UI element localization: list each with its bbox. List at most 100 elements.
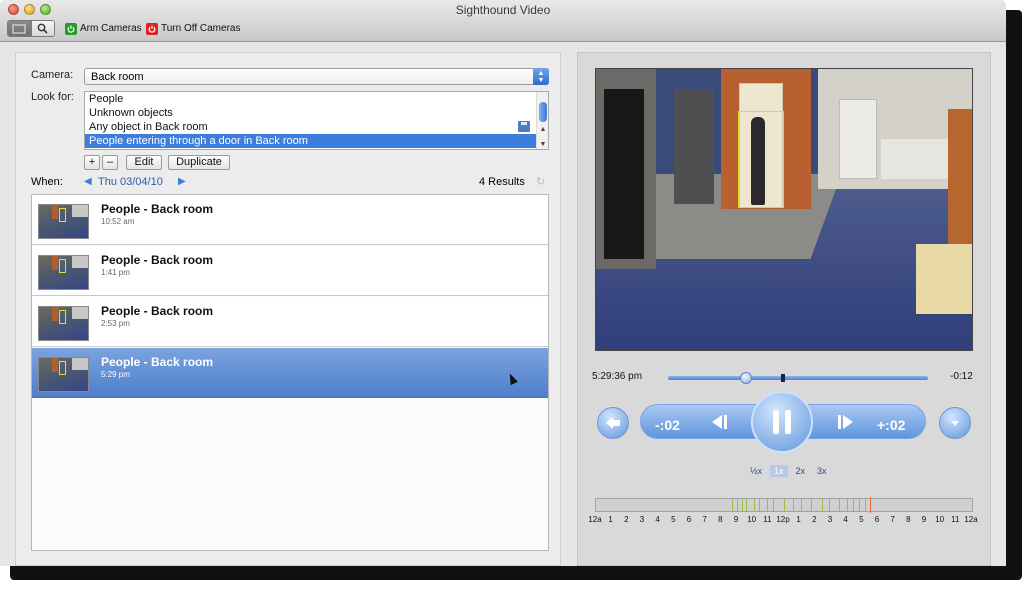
timeline-event-mark[interactable] <box>784 499 785 511</box>
look-for-item[interactable]: Unknown objects <box>85 106 548 120</box>
save-disk-icon[interactable] <box>518 121 530 132</box>
live-view-button[interactable] <box>939 407 971 439</box>
view-segmented-control <box>7 20 55 37</box>
result-time: 10:52 am <box>101 217 135 226</box>
speed-1x-selected[interactable]: 1x <box>770 465 788 477</box>
search-view-button[interactable] <box>30 21 54 36</box>
timeline-event-mark[interactable] <box>801 499 803 511</box>
turn-off-cameras-button[interactable]: Turn Off Cameras <box>146 21 240 36</box>
scroll-down-arrow-icon[interactable]: ▼ <box>537 141 549 148</box>
remove-rule-button[interactable]: – <box>102 155 118 170</box>
skip-back-button[interactable]: -:02 <box>655 417 680 433</box>
timeline-event-mark[interactable] <box>859 499 861 511</box>
timeline-hour-label: 11 <box>763 515 772 524</box>
step-back-icon[interactable] <box>709 414 729 435</box>
result-row[interactable]: People - Back room 10:52 am <box>32 195 548 245</box>
search-icon <box>37 23 48 34</box>
timeline-event-mark[interactable] <box>766 499 768 511</box>
result-thumbnail <box>38 204 89 239</box>
step-forward-icon[interactable] <box>836 414 856 435</box>
day-timeline[interactable] <box>595 497 973 513</box>
result-row-selected[interactable]: People - Back room 5:29 pm <box>32 348 548 398</box>
add-rule-button[interactable]: + <box>84 155 100 170</box>
refresh-icon[interactable]: ↻ <box>536 175 545 188</box>
result-time: 1:41 pm <box>101 268 130 277</box>
timeline-hour-label: 12p <box>776 515 790 524</box>
result-title: People - Back room <box>101 355 214 369</box>
next-day-arrow-icon[interactable]: ▶ <box>178 176 186 187</box>
edit-button[interactable]: Edit <box>126 155 162 170</box>
timeline-hour-label: 12a <box>588 515 602 524</box>
look-for-item[interactable]: People <box>85 92 548 106</box>
timeline-event-mark[interactable] <box>846 499 848 511</box>
arm-cameras-label: Arm Cameras <box>80 23 142 34</box>
timeline-event-mark[interactable] <box>773 499 775 511</box>
timeline-event-mark[interactable] <box>821 499 823 511</box>
when-row: When: ◀ Thu 03/04/10 ▶ 4 Results ↻ <box>31 176 551 190</box>
timeline-event-mark[interactable] <box>852 499 854 511</box>
timeline-hour-label: 2 <box>812 515 817 524</box>
scrollbar-thumb[interactable] <box>539 102 547 122</box>
playback-controls: -:02 +:02 <box>594 391 974 453</box>
results-list: People - Back room 10:52 am People - Bac… <box>31 194 549 551</box>
power-icon <box>146 22 158 35</box>
result-thumbnail <box>38 306 89 341</box>
result-row[interactable]: People - Back room 1:41 pm <box>32 246 548 296</box>
look-for-scrollbar[interactable]: ▲ ▼ <box>536 92 548 149</box>
timeline-hour-label: 4 <box>843 515 848 524</box>
pause-button[interactable] <box>751 391 813 453</box>
timeline-event-mark[interactable] <box>829 499 831 511</box>
look-for-list[interactable]: People Unknown objects Any object in Bac… <box>84 91 549 150</box>
timeline-hour-label: 1 <box>608 515 613 524</box>
camera-label: Camera: <box>31 69 74 81</box>
timeline-hour-label: 9 <box>921 515 927 524</box>
speed-2x[interactable]: 2x <box>792 465 810 477</box>
player-panel: 5:29:36 pm -0:12 -:02 +:02 ½x 1x 2x 3x 1… <box>577 52 991 566</box>
timeline-event-mark[interactable] <box>737 499 738 511</box>
timeline-event-mark[interactable] <box>732 499 734 511</box>
speed-selector: ½x 1x 2x 3x <box>746 465 831 477</box>
camera-select[interactable]: Back room ▲ ▼ <box>84 68 549 85</box>
timeline-hour-label: 7 <box>890 515 895 524</box>
speed-3x[interactable]: 3x <box>813 465 831 477</box>
video-frame[interactable] <box>595 68 973 351</box>
monitor-view-button[interactable] <box>8 21 31 36</box>
timeline-hour-label: 8 <box>718 515 723 524</box>
timeline-event-mark[interactable] <box>741 499 743 511</box>
timeline-event-mark[interactable] <box>754 499 756 511</box>
turn-off-cameras-label: Turn Off Cameras <box>161 23 241 34</box>
playback-slider-knob[interactable] <box>740 372 752 384</box>
arm-cameras-button[interactable]: Arm Cameras <box>65 21 142 36</box>
pause-icon <box>773 410 791 434</box>
window-title: Sighthound Video <box>455 3 551 17</box>
camera-select-value: Back room <box>91 71 144 83</box>
search-panel: Camera: Back room ▲ ▼ Look for: People Un… <box>15 52 561 566</box>
timeline-event-mark[interactable] <box>865 499 867 511</box>
look-for-item[interactable]: Any object in Back room <box>85 120 548 134</box>
when-label: When: <box>31 176 63 188</box>
skip-forward-button[interactable]: +:02 <box>877 417 905 433</box>
scroll-up-arrow-icon[interactable]: ▲ <box>537 126 549 133</box>
timeline-event-mark[interactable] <box>746 499 748 511</box>
date-value[interactable]: Thu 03/04/10 <box>98 176 163 188</box>
timeline-event-mark[interactable] <box>758 499 760 511</box>
timeline-event-mark[interactable] <box>810 499 812 511</box>
timeline-hour-label: 11 <box>951 515 960 524</box>
timeline-event-mark[interactable] <box>838 499 840 511</box>
result-title: People - Back room <box>101 253 214 267</box>
playback-slider[interactable] <box>668 372 928 384</box>
look-for-item-selected[interactable]: People entering through a door in Back r… <box>85 134 548 148</box>
result-row[interactable]: People - Back room 2:53 pm <box>32 297 548 347</box>
timeline-hour-label: 6 <box>874 515 880 524</box>
previous-clip-button[interactable] <box>597 407 629 439</box>
timeline-hour-label: 3 <box>827 515 833 524</box>
app-window: Sighthound Video Arm Cameras Turn Off Ca… <box>0 0 1006 566</box>
speed-half[interactable]: ½x <box>746 465 766 477</box>
timeline-event-mark[interactable] <box>793 499 795 511</box>
current-time: 5:29:36 pm <box>592 371 643 382</box>
result-thumbnail <box>38 357 89 392</box>
previous-day-arrow-icon[interactable]: ◀ <box>84 176 92 187</box>
result-thumbnail <box>38 255 89 290</box>
playback-time-row: 5:29:36 pm -0:12 <box>592 371 982 385</box>
duplicate-button[interactable]: Duplicate <box>168 155 230 170</box>
